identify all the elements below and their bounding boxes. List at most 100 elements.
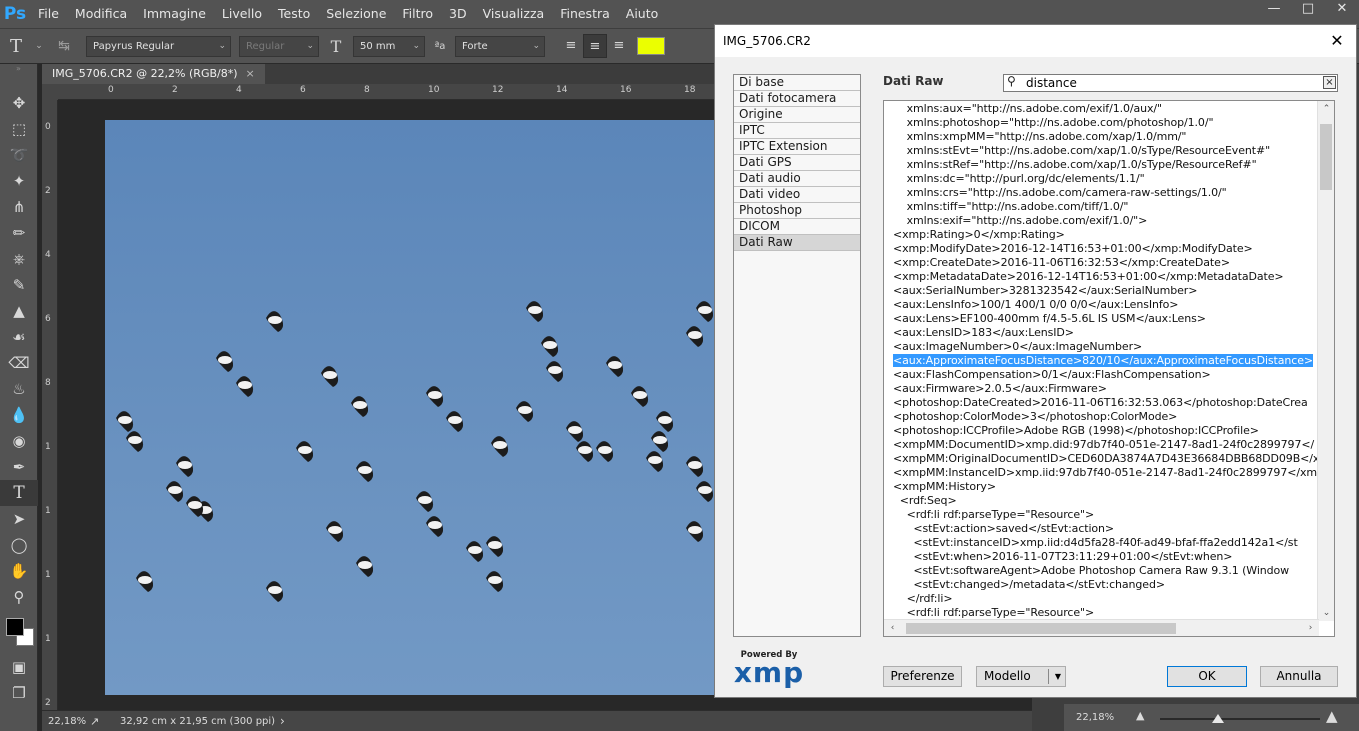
- paint-bucket-tool-icon[interactable]: ♨: [0, 376, 38, 402]
- clone-stamp-tool-icon[interactable]: ▲: [0, 298, 38, 324]
- cancel-button[interactable]: Annulla: [1260, 666, 1338, 687]
- category-item[interactable]: Photoshop: [734, 203, 860, 219]
- bird-shape: [296, 441, 314, 462]
- history-brush-tool-icon[interactable]: ☙: [0, 324, 38, 350]
- text-color-swatch[interactable]: [637, 37, 665, 55]
- chevron-down-icon[interactable]: ▼: [1055, 667, 1061, 686]
- antialias-select[interactable]: Forte ⌄: [455, 35, 545, 57]
- raw-line: <stEvt:softwareAgent>Adobe Photoshop Cam…: [893, 564, 1313, 578]
- document-tab[interactable]: IMG_5706.CR2 @ 22,2% (RGB/8*) ×: [42, 64, 265, 84]
- raw-line-text: <aux:Lens>EF100-400mm f/4.5-5.6L IS USM<…: [893, 312, 1206, 325]
- search-input[interactable]: ⚲ distance ×: [1003, 74, 1338, 92]
- category-item[interactable]: Dati fotocamera: [734, 91, 860, 107]
- menu-item-testo[interactable]: Testo: [270, 0, 318, 28]
- category-item[interactable]: Dati GPS: [734, 155, 860, 171]
- path-selection-tool-icon[interactable]: ➤: [0, 506, 38, 532]
- text-orientation-icon[interactable]: ↹: [46, 38, 82, 54]
- blur-tool-icon[interactable]: 💧: [0, 402, 38, 428]
- raw-data-view[interactable]: xmlns:aux="http://ns.adobe.com/exif/1.0/…: [883, 100, 1335, 637]
- preferences-button[interactable]: Preferenze: [883, 666, 962, 687]
- bird-shape: [491, 436, 509, 457]
- category-item[interactable]: Origine: [734, 107, 860, 123]
- menu-item-filtro[interactable]: Filtro: [394, 0, 441, 28]
- dialog-titlebar[interactable]: IMG_5706.CR2 ✕: [715, 25, 1356, 57]
- close-app-button[interactable]: ✕: [1325, 0, 1359, 20]
- font-style-select[interactable]: Regular ⌄: [239, 35, 319, 57]
- category-item[interactable]: IPTC: [734, 123, 860, 139]
- screen-mode-icon[interactable]: ❐: [0, 680, 38, 706]
- category-item[interactable]: Di base: [734, 75, 860, 91]
- category-item[interactable]: Dati video: [734, 187, 860, 203]
- move-tool-icon[interactable]: ✥: [0, 90, 38, 116]
- zoom-tool-icon[interactable]: ⚲: [0, 584, 38, 610]
- raw-line: <xmpMM:DocumentID>xmp.did:97db7f40-051e-…: [893, 438, 1314, 452]
- menu-item-livello[interactable]: Livello: [214, 0, 270, 28]
- crop-tool-icon[interactable]: ⋔: [0, 194, 38, 220]
- horizontal-scrollbar[interactable]: ‹ ›: [884, 619, 1319, 636]
- healing-brush-tool-icon[interactable]: ⎈: [0, 246, 38, 272]
- navigator-zoom[interactable]: 22,18%: [1064, 712, 1114, 723]
- scroll-right-icon[interactable]: ›: [1302, 620, 1319, 636]
- vertical-scroll-thumb[interactable]: [1320, 124, 1332, 190]
- clear-search-button[interactable]: ×: [1323, 76, 1336, 89]
- navigator-zoom-slider-knob[interactable]: [1212, 714, 1224, 723]
- brush-tool-icon[interactable]: ✎: [0, 272, 38, 298]
- scroll-up-icon[interactable]: ⌃: [1318, 101, 1334, 117]
- align-center-button[interactable]: ≡: [583, 34, 607, 58]
- maximize-button[interactable]: □: [1291, 0, 1325, 20]
- ruler-corner[interactable]: [42, 84, 58, 100]
- pen-tool-icon[interactable]: ✒: [0, 454, 38, 480]
- font-family-select[interactable]: Papyrus Regular ⌄: [86, 35, 231, 57]
- ok-button[interactable]: OK: [1167, 666, 1247, 687]
- document-photo[interactable]: [105, 120, 745, 695]
- align-right-button[interactable]: ≡: [607, 34, 631, 58]
- marquee-tool-icon[interactable]: ⬚: [0, 116, 38, 142]
- chevron-down-icon[interactable]: ⌄: [32, 41, 46, 51]
- toolbar-grip-icon[interactable]: »: [0, 64, 37, 74]
- scroll-down-icon[interactable]: ⌄: [1318, 605, 1334, 621]
- navigator-zoom-slider[interactable]: [1160, 718, 1320, 720]
- window-controls: — □ ✕: [1257, 0, 1359, 20]
- tools-panel: » ✥ ⬚ ➰ ✦ ⋔ ✏ ⎈ ✎ ▲ ☙ ⌫ ♨ 💧 ◉ ✒ T ➤ ◯ ✋ …: [0, 64, 38, 731]
- dialog-close-icon[interactable]: ✕: [1326, 30, 1348, 52]
- menu-item-finestra[interactable]: Finestra: [552, 0, 618, 28]
- category-item[interactable]: IPTC Extension: [734, 139, 860, 155]
- menu-item-visualizza[interactable]: Visualizza: [475, 0, 553, 28]
- close-tab-icon[interactable]: ×: [246, 67, 255, 80]
- lasso-tool-icon[interactable]: ➰: [0, 142, 38, 168]
- eraser-tool-icon[interactable]: ⌫: [0, 350, 38, 376]
- vertical-scrollbar[interactable]: ⌃ ⌄: [1317, 101, 1334, 621]
- zoom-out-icon[interactable]: ▲: [1136, 709, 1144, 722]
- raw-line: <aux:FlashCompensation>0/1</aux:FlashCom…: [893, 368, 1313, 382]
- menu-item-selezione[interactable]: Selezione: [318, 0, 394, 28]
- share-icon[interactable]: ↗: [90, 715, 120, 728]
- minimize-button[interactable]: —: [1257, 0, 1291, 20]
- menu-item-immagine[interactable]: Immagine: [135, 0, 214, 28]
- font-size-select[interactable]: 50 mm ⌄: [353, 35, 425, 57]
- zoom-level[interactable]: 22,18%: [42, 716, 90, 727]
- menu-item-3d[interactable]: 3D: [441, 0, 475, 28]
- menu-item-file[interactable]: File: [30, 0, 67, 28]
- ruler-tick-label: 2: [45, 186, 51, 196]
- magic-wand-tool-icon[interactable]: ✦: [0, 168, 38, 194]
- category-item[interactable]: Dati Raw: [734, 235, 860, 251]
- type-tool-icon[interactable]: T: [0, 480, 38, 506]
- hand-tool-icon[interactable]: ✋: [0, 558, 38, 584]
- scroll-left-icon[interactable]: ‹: [884, 620, 901, 636]
- vertical-ruler[interactable]: 0 2 4 6 8 1 1 1 1 2: [42, 100, 58, 710]
- template-button[interactable]: Modello ▼: [976, 666, 1066, 687]
- quick-mask-icon[interactable]: ▣: [0, 654, 38, 680]
- align-left-button[interactable]: ≡: [559, 34, 583, 58]
- menu-item-modifica[interactable]: Modifica: [67, 0, 135, 28]
- menu-item-aiuto[interactable]: Aiuto: [618, 0, 667, 28]
- horizontal-scroll-thumb[interactable]: [906, 623, 1176, 634]
- foreground-color-swatch[interactable]: [6, 618, 24, 636]
- type-tool-icon[interactable]: T: [0, 36, 32, 57]
- ellipse-tool-icon[interactable]: ◯: [0, 532, 38, 558]
- category-item[interactable]: DICOM: [734, 219, 860, 235]
- eyedropper-tool-icon[interactable]: ✏: [0, 220, 38, 246]
- status-menu-arrow[interactable]: ›: [280, 714, 285, 728]
- zoom-in-icon[interactable]: ▲: [1326, 707, 1338, 725]
- category-item[interactable]: Dati audio: [734, 171, 860, 187]
- dodge-tool-icon[interactable]: ◉: [0, 428, 38, 454]
